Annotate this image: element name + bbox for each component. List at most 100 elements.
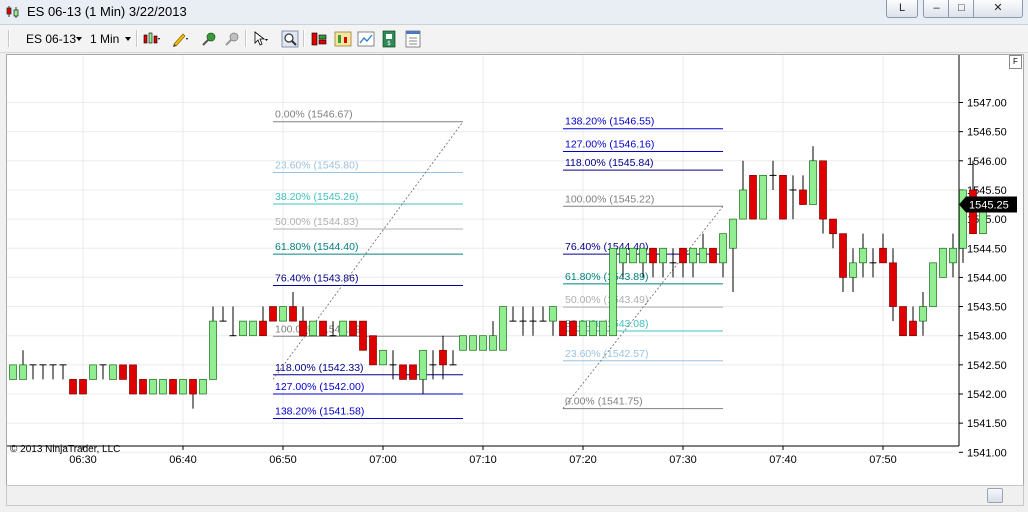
candle-up [249, 320, 257, 337]
candle-up [469, 335, 477, 351]
candle-up [729, 218, 737, 249]
instrument-dropdown-icon[interactable] [76, 37, 82, 41]
fib-level-label: 100.00% (1545.22) [565, 193, 654, 205]
candle-up [499, 306, 507, 351]
candle-up [279, 306, 287, 322]
fib-level-label: 61.80% (1544.40) [275, 241, 358, 253]
x-tick-label: 06:30 [69, 454, 97, 466]
candle-down [299, 320, 307, 337]
fib-level-label: 118.00% (1542.33) [275, 362, 364, 374]
save-icon[interactable]: $ [380, 30, 398, 48]
candle-down [289, 306, 297, 322]
candle-up [849, 262, 857, 278]
bar-type-icon[interactable] [143, 30, 161, 48]
candle-down [559, 320, 567, 337]
x-tick-label: 07:40 [769, 454, 797, 466]
candle-down [879, 247, 887, 264]
title-bar: ES 06-13 (1 Min) 3/22/2013 L – □ ✕ [0, 0, 1028, 25]
instrument-selector[interactable]: ES 06-13 [26, 32, 76, 46]
horizontal-scrollbar[interactable] [6, 485, 1024, 506]
candle-up [419, 349, 427, 380]
candle-up [179, 379, 187, 395]
fib-level-label: 0.00% (1541.75) [565, 396, 643, 408]
candle-up [149, 379, 157, 395]
candle-up [239, 320, 247, 337]
fib-level-label: 38.20% (1545.26) [275, 191, 358, 203]
candle-down [119, 364, 127, 380]
candle-up [759, 175, 767, 220]
candle-down [569, 320, 577, 337]
chart-app-icon [6, 6, 19, 18]
y-tick-label: 1541.00 [967, 447, 1007, 459]
chart-image-icon[interactable] [357, 30, 375, 48]
fib-level-label: 138.20% (1546.55) [565, 116, 654, 128]
candle-down [839, 233, 847, 278]
float-panel-button[interactable]: F [1009, 55, 1022, 69]
candle-down [709, 247, 717, 264]
data-box-icon[interactable] [310, 30, 328, 48]
toolbar-separator [303, 30, 305, 47]
x-tick-label: 07:20 [569, 454, 597, 466]
toolbar-grip [8, 30, 10, 47]
chart-trader-icon[interactable] [334, 30, 352, 48]
fib-level-label: 23.60% (1542.57) [565, 348, 648, 360]
candle-up [689, 247, 697, 264]
zoom-icon[interactable] [281, 30, 299, 48]
indicators-icon[interactable] [200, 30, 218, 48]
maximize-button[interactable]: □ [948, 0, 975, 18]
candle-down [189, 379, 197, 395]
fib-left: 0.00% (1546.67) 23.60% (1545.80) 38.20% (1… [272, 109, 464, 419]
cursor-icon[interactable] [252, 30, 270, 48]
candle-down [649, 247, 657, 264]
fib-level-label: 118.00% (1545.84) [565, 157, 654, 169]
svg-text:$: $ [387, 40, 391, 47]
scrollbar-thumb[interactable] [987, 488, 1003, 503]
candle-up [699, 247, 707, 264]
candle-down [899, 306, 907, 337]
minimize-button[interactable]: – [923, 0, 950, 18]
candle-up [309, 320, 317, 337]
toolbar-separator [245, 30, 247, 47]
draw-pencil-icon[interactable] [171, 30, 189, 48]
x-tick-label: 06:40 [169, 454, 197, 466]
fib-level-label: 0.00% (1546.67) [275, 109, 353, 121]
x-tick-label: 07:00 [369, 454, 397, 466]
close-button[interactable]: ✕ [973, 0, 1023, 18]
fib-level-label: 50.00% (1543.49) [565, 294, 648, 306]
x-tick-label: 07:10 [469, 454, 497, 466]
candle-down [69, 379, 77, 395]
candle-up [739, 189, 747, 220]
candle-up [19, 364, 27, 380]
interval-selector[interactable]: 1 Min [90, 32, 119, 46]
fib-level-label: 23.60% (1545.80) [275, 159, 358, 171]
x-tick-label: 07:50 [869, 454, 897, 466]
candle-up [379, 349, 387, 366]
candle-down [819, 160, 827, 220]
candle-up [479, 335, 487, 351]
strategies-icon[interactable] [223, 30, 241, 48]
link-button[interactable]: L [886, 0, 918, 18]
properties-icon[interactable] [404, 30, 422, 48]
candle-up [549, 306, 557, 322]
candle-down [79, 379, 87, 395]
candle-up [339, 320, 347, 337]
interval-dropdown-icon[interactable] [125, 37, 131, 41]
y-tick-label: 1541.50 [967, 418, 1007, 430]
candle-down [399, 364, 407, 380]
fib-level-label: 50.00% (1544.83) [275, 216, 358, 228]
candle-up [859, 247, 867, 264]
candle-down [129, 364, 137, 395]
candle-up [619, 247, 627, 264]
fib-level-label: 138.20% (1541.58) [275, 405, 364, 417]
candle-up [629, 247, 637, 264]
candle-up [919, 306, 927, 322]
candle-down [439, 349, 447, 366]
price-chart[interactable]: 1547.001546.501546.001545.501545.001544.… [7, 55, 1023, 485]
x-tick-label: 06:50 [269, 454, 297, 466]
candle-up [489, 335, 497, 351]
chart-panel[interactable]: 1547.00 1546.50 1546.00 1545.50 1545.00 1544.… [6, 54, 1024, 486]
candle-up [639, 247, 647, 264]
window-title: ES 06-13 (1 Min) 3/22/2013 [27, 4, 187, 19]
candle-up [579, 320, 587, 337]
candle-down [169, 379, 177, 395]
